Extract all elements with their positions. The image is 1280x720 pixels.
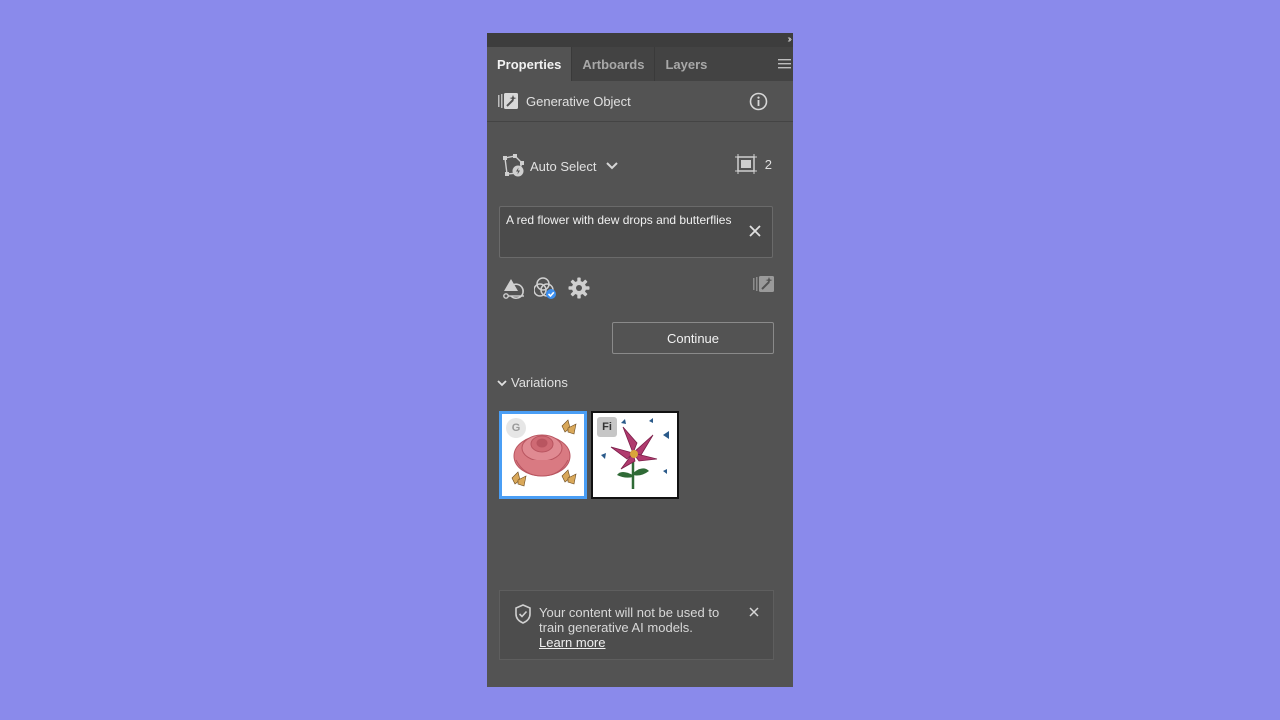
variation-thumbnail-lily[interactable]: Fi <box>591 411 679 499</box>
settings-gear-icon[interactable] <box>567 276 591 300</box>
properties-panel: ›› Properties Artboards Layers Generativ… <box>487 33 793 687</box>
variations-label: Variations <box>511 375 568 390</box>
auto-select-dropdown[interactable]: Auto Select <box>502 154 620 178</box>
tab-properties[interactable]: Properties <box>487 47 573 81</box>
artboard-count-icon <box>734 154 757 174</box>
color-palette-check-icon[interactable] <box>534 276 558 300</box>
prompt-input[interactable]: A red flower with dew drops and butterfl… <box>499 206 773 258</box>
chevron-down-icon <box>605 162 618 170</box>
collapse-panel-icon[interactable]: ›› <box>787 33 791 47</box>
panel-collapse-bar: ›› <box>487 33 793 47</box>
generative-object-icon <box>498 93 518 109</box>
notice-message: Your content will not be used to train g… <box>539 605 720 635</box>
tab-label: Artboards <box>582 56 645 72</box>
auto-select-label: Auto Select <box>530 158 597 174</box>
continue-button[interactable]: Continue <box>612 322 774 354</box>
learn-more-link[interactable]: Learn more <box>539 635 605 650</box>
section-title: Generative Object <box>526 93 631 109</box>
panel-menu-icon[interactable] <box>778 57 791 70</box>
info-icon[interactable] <box>749 92 768 111</box>
panel-tabs: Properties Artboards Layers <box>487 47 793 81</box>
tab-artboards[interactable]: Artboards <box>572 47 656 81</box>
variation-model-badge: G <box>506 418 526 438</box>
style-reference-icon[interactable] <box>502 276 526 300</box>
auto-select-row: Auto Select 2 <box>502 152 772 180</box>
close-icon[interactable] <box>749 607 759 617</box>
tab-layers[interactable]: Layers <box>655 47 717 81</box>
tab-label: Layers <box>665 56 708 72</box>
prompt-text: A red flower with dew drops and butterfl… <box>506 213 732 227</box>
variations-toggle[interactable]: Variations <box>497 375 568 390</box>
tab-label: Properties <box>497 56 562 72</box>
content-usage-notice: Your content will not be used to train g… <box>499 590 774 660</box>
clear-prompt-icon[interactable] <box>748 224 762 238</box>
generative-object-icon[interactable] <box>752 273 776 297</box>
object-count-value: 2 <box>764 156 772 172</box>
variation-thumbnail-rose[interactable]: G <box>499 411 587 499</box>
shield-check-icon <box>515 604 531 624</box>
auto-select-icon <box>503 154 524 177</box>
generation-tools-row <box>502 276 778 302</box>
generative-object-header: Generative Object <box>487 81 793 122</box>
variation-model-badge: Fi <box>597 417 617 437</box>
object-count: 2 <box>734 154 772 174</box>
chevron-down-icon <box>497 379 507 386</box>
